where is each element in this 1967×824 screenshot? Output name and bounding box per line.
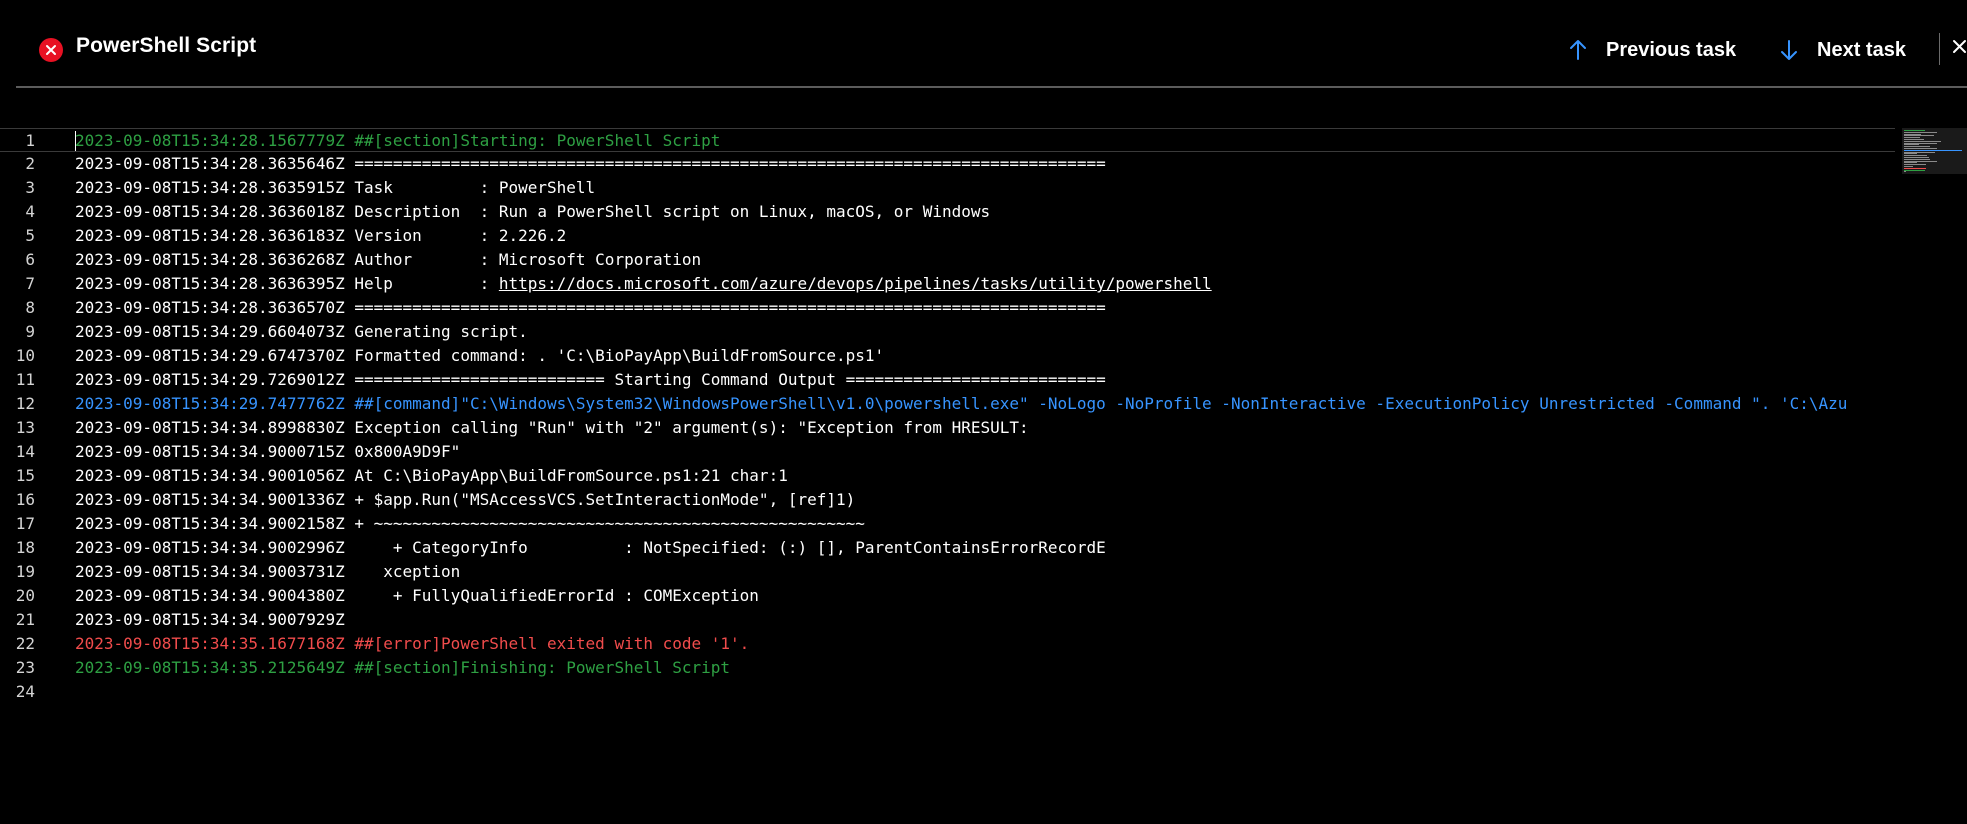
- minimap[interactable]: [1902, 128, 1967, 174]
- header-rule: [16, 86, 1967, 88]
- log-line: 13 2023-09-08T15:34:34.8998830Z Exception…: [0, 416, 1895, 440]
- minimap-line: [1904, 169, 1925, 171]
- next-task-button[interactable]: Next task: [1779, 30, 1906, 70]
- log-line-text: 2023-09-08T15:34:28.1567779Z ##[section]…: [75, 131, 721, 150]
- text-cursor: [75, 131, 76, 151]
- help-link[interactable]: https://docs.microsoft.com/azure/devops/…: [499, 274, 1212, 293]
- line-number: 17: [15, 514, 35, 533]
- log-line: 12 2023-09-08T15:34:29.7477762Z ##[comman…: [0, 392, 1895, 416]
- log-line: 19 2023-09-08T15:34:34.9003731Z xception: [0, 560, 1895, 584]
- line-number: 8: [25, 298, 35, 317]
- log-line: 5 2023-09-08T15:34:28.3636183Z Version : …: [0, 224, 1895, 248]
- line-number: 23: [15, 658, 35, 677]
- log-line-text: 2023-09-08T15:34:35.2125649Z ##[section]…: [75, 658, 731, 677]
- log-line: 21 2023-09-08T15:34:34.9007929Z: [0, 608, 1895, 632]
- log-line: 24: [0, 680, 1895, 704]
- log-line-text: 2023-09-08T15:34:29.7269012Z ===========…: [75, 370, 1106, 389]
- line-number: 10: [15, 346, 35, 365]
- log-line: 7 2023-09-08T15:34:28.3636395Z Help : htt…: [0, 272, 1895, 296]
- log-line: 9 2023-09-08T15:34:29.6604073Z Generating…: [0, 320, 1895, 344]
- log-line-text: 2023-09-08T15:34:34.9003731Z xception: [75, 562, 461, 581]
- log-line-text: 2023-09-08T15:34:28.3636268Z Author : Mi…: [75, 250, 702, 269]
- log-line: 15 2023-09-08T15:34:34.9001056Z At C:\Bio…: [0, 464, 1895, 488]
- line-number: 1: [25, 131, 35, 150]
- log-line-text: 2023-09-08T15:34:29.6747370Z Formatted c…: [75, 346, 885, 365]
- log-line: 20 2023-09-08T15:34:34.9004380Z + FullyQu…: [0, 584, 1895, 608]
- close-button[interactable]: [1946, 36, 1967, 62]
- log-line: 2 2023-09-08T15:34:28.3635646Z ==========…: [0, 152, 1895, 176]
- log-line-text: 2023-09-08T15:34:28.3636570Z ===========…: [75, 298, 1106, 317]
- log-line-text: 2023-09-08T15:34:28.3636395Z Help : http…: [75, 274, 1212, 293]
- line-number: 24: [15, 682, 35, 701]
- line-number: 7: [25, 274, 35, 293]
- log-line-text: 2023-09-08T15:34:34.9000715Z 0x800A9D9F": [75, 442, 461, 461]
- log-line-text: 2023-09-08T15:34:35.1677168Z ##[error]Po…: [75, 634, 750, 653]
- log-line-text: 2023-09-08T15:34:29.7477762Z ##[command]…: [75, 394, 1848, 413]
- line-number: 6: [25, 250, 35, 269]
- log-line: 8 2023-09-08T15:34:28.3636570Z ==========…: [0, 296, 1895, 320]
- log-line: 10 2023-09-08T15:34:29.6747370Z Formatted…: [0, 344, 1895, 368]
- line-number: 14: [15, 442, 35, 461]
- header-divider: [1939, 33, 1940, 65]
- log-line: 3 2023-09-08T15:34:28.3635915Z Task : Pow…: [0, 176, 1895, 200]
- error-status-icon: [39, 38, 63, 62]
- log-line-text: 2023-09-08T15:34:34.9002158Z + ~~~~~~~~~…: [75, 514, 865, 533]
- log-line: 23 2023-09-08T15:34:35.2125649Z ##[sectio…: [0, 656, 1895, 680]
- log-line: 4 2023-09-08T15:34:28.3636018Z Descriptio…: [0, 200, 1895, 224]
- line-number: 11: [15, 370, 35, 389]
- log-line-text: 2023-09-08T15:34:29.6604073Z Generating …: [75, 322, 528, 341]
- log-line-text: 2023-09-08T15:34:28.3636183Z Version : 2…: [75, 226, 567, 245]
- log-line: 6 2023-09-08T15:34:28.3636268Z Author : M…: [0, 248, 1895, 272]
- line-number: 22: [15, 634, 35, 653]
- previous-task-button[interactable]: Previous task: [1568, 30, 1736, 70]
- line-number: 2: [25, 154, 35, 173]
- log-line-text: 2023-09-08T15:34:34.9001056Z At C:\BioPa…: [75, 466, 788, 485]
- log-line-text: 2023-09-08T15:34:28.3635646Z ===========…: [75, 154, 1106, 173]
- line-number: 12: [15, 394, 35, 413]
- arrow-down-icon: [1781, 40, 1797, 60]
- task-header: PowerShell Script Previous task Next tas…: [0, 0, 1967, 86]
- minimap-line: [1904, 171, 1906, 173]
- log-line: 18 2023-09-08T15:34:34.9002996Z + Categor…: [0, 536, 1895, 560]
- task-title: PowerShell Script: [76, 34, 257, 57]
- log-line-text: 2023-09-08T15:34:28.3635915Z Task : Powe…: [75, 178, 596, 197]
- log-line: 16 2023-09-08T15:34:34.9001336Z + $app.Ru…: [0, 488, 1895, 512]
- line-number: 5: [25, 226, 35, 245]
- log-viewer[interactable]: 1 2023-09-08T15:34:28.1567779Z ##[section…: [0, 128, 1895, 701]
- log-line-text: 2023-09-08T15:34:34.9002996Z + CategoryI…: [75, 538, 1106, 557]
- log-line: 17 2023-09-08T15:34:34.9002158Z + ~~~~~~~…: [0, 512, 1895, 536]
- previous-task-label: Previous task: [1606, 38, 1737, 61]
- log-line-text: 2023-09-08T15:34:34.9004380Z + FullyQual…: [75, 586, 759, 605]
- line-number: 16: [15, 490, 35, 509]
- line-number: 3: [25, 178, 35, 197]
- log-line: 14 2023-09-08T15:34:34.9000715Z 0x800A9D9…: [0, 440, 1895, 464]
- line-number: 19: [15, 562, 35, 581]
- log-line-text: 2023-09-08T15:34:34.8998830Z Exception c…: [75, 418, 1029, 437]
- log-line: 11 2023-09-08T15:34:29.7269012Z =========…: [0, 368, 1895, 392]
- close-icon: [1953, 40, 1966, 53]
- log-line-text: 2023-09-08T15:34:34.9001336Z + $app.Run(…: [75, 490, 856, 509]
- log-line-text: 2023-09-08T15:34:28.3636018Z Description…: [75, 202, 991, 221]
- line-number: 21: [15, 610, 35, 629]
- line-number: 20: [15, 586, 35, 605]
- line-number: 4: [25, 202, 35, 221]
- next-task-label: Next task: [1817, 38, 1906, 61]
- log-line: 1 2023-09-08T15:34:28.1567779Z ##[section…: [0, 128, 1895, 152]
- line-number: 9: [25, 322, 35, 341]
- line-number: 18: [15, 538, 35, 557]
- log-line-text: 2023-09-08T15:34:34.9007929Z: [75, 610, 345, 629]
- line-number: 15: [15, 466, 35, 485]
- log-line: 22 2023-09-08T15:34:35.1677168Z ##[error]…: [0, 632, 1895, 656]
- line-number: 13: [15, 418, 35, 437]
- arrow-up-icon: [1570, 40, 1586, 60]
